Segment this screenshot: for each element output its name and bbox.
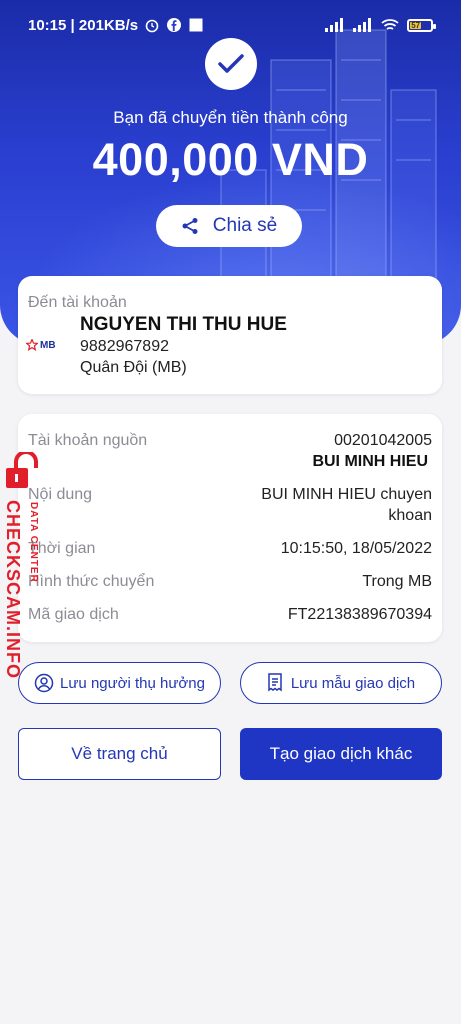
recipient-bank: Quân Đội (MB) [80, 359, 187, 376]
watermark-text: CHECKSCAM.INFO [3, 500, 23, 679]
recipient-label: Đến tài khoản [28, 294, 127, 311]
lock-icon [6, 452, 38, 488]
status-time: 10:15 | 201KB/s [28, 16, 139, 34]
new-transaction-button[interactable]: Tạo giao dịch khác [240, 728, 442, 780]
recipient-account: 9882967892 [80, 338, 169, 355]
save-recipient-label: Lưu người thụ hưởng [60, 674, 205, 692]
signal-2-icon [353, 18, 371, 32]
time-value: 10:15:50, 18/05/2022 [280, 540, 432, 557]
save-template-button[interactable]: Lưu mẫu giao dịch [240, 662, 442, 704]
transfer-amount: 400,000 VND [92, 134, 369, 185]
battery-icon: 57 [407, 18, 436, 32]
mb-bank-logo: MB [26, 337, 58, 353]
content-line-2: khoan [388, 507, 432, 524]
wifi-icon [381, 19, 399, 30]
content-line-1: BUI MINH HIEU chuyen [261, 486, 432, 503]
signal-icon [325, 18, 343, 32]
source-account-name: BUI MINH HIEU [312, 453, 428, 470]
save-recipient-button[interactable]: Lưu người thụ hưởng [18, 662, 221, 704]
recipient-name: NGUYEN THI THU HUE [80, 314, 287, 335]
user-circle-icon [34, 673, 54, 693]
source-account-label: Tài khoản nguồn [28, 432, 148, 449]
transaction-id-value: FT22138389670394 [287, 606, 432, 623]
source-account-number: 00201042005 [334, 432, 432, 449]
transaction-details-card: Tài khoản nguồn 00201042005 BUI MINH HIE… [18, 414, 442, 642]
share-label: Chia sẻ [212, 215, 278, 236]
watermark-subtext: DATA CENTER [28, 502, 39, 583]
facebook-icon [167, 18, 182, 32]
save-template-label: Lưu mẫu giao dịch [290, 674, 416, 692]
method-value: Trong MB [362, 573, 432, 590]
alarm-icon [145, 19, 159, 33]
recipient-card: Đến tài khoản MB NGUYEN THI THU HUE 9882… [18, 276, 442, 394]
checkscam-watermark: CHECKSCAM.INFO DATA CENTER [0, 452, 48, 679]
share-button[interactable]: Chia sẻ [156, 205, 302, 247]
success-message: Bạn đã chuyển tiền thành công [113, 108, 348, 127]
gallery-icon [189, 18, 203, 32]
share-icon [182, 218, 198, 234]
receipt-icon [268, 673, 282, 692]
home-button[interactable]: Về trang chủ [18, 728, 221, 780]
success-check-icon [205, 38, 257, 90]
